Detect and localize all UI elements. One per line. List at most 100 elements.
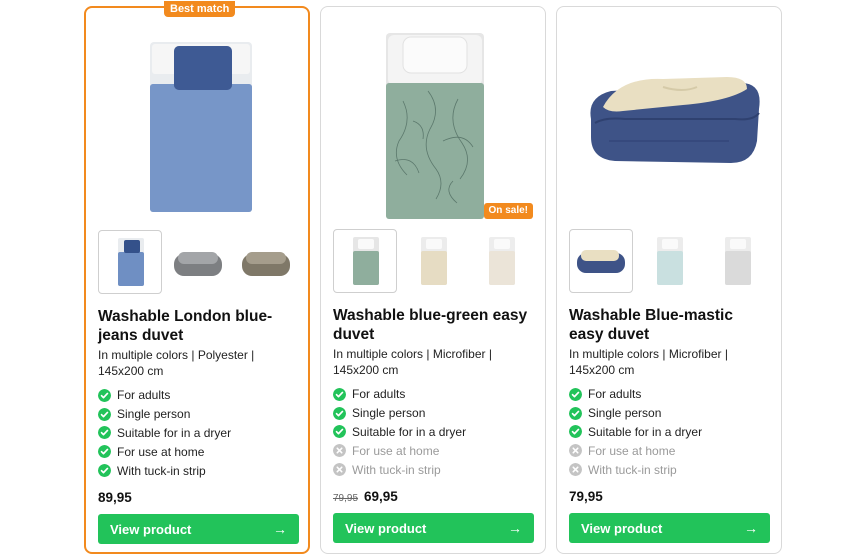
- check-icon: [98, 464, 111, 478]
- folded-duvet-thumbnail: [577, 250, 625, 273]
- thumbnail-strip: [98, 230, 298, 296]
- check-icon: [569, 406, 582, 420]
- check-icon: [333, 425, 346, 439]
- current-price: 79,95: [569, 489, 603, 504]
- price: 79,95: [569, 489, 603, 507]
- feature-label: For adults: [588, 387, 642, 402]
- product-subtitle: In multiple colors | Microfiber | 145x20…: [569, 347, 728, 377]
- thumbnail-1[interactable]: [333, 229, 397, 293]
- thumbnail-2[interactable]: [637, 229, 701, 293]
- best-match-badge: Best match: [164, 1, 236, 17]
- product-title[interactable]: Washable blue-green easy duvet: [333, 306, 533, 344]
- duvet-bed-thumbnail: [657, 237, 683, 285]
- product-image[interactable]: [569, 21, 769, 221]
- check-icon: [98, 426, 111, 440]
- folded-duvet-thumbnail: [242, 252, 290, 276]
- feature-item: Suitable for in a dryer: [333, 423, 538, 442]
- duvet-bed-thumbnail: [725, 237, 751, 285]
- thumbnail-strip: [569, 229, 769, 295]
- thumbnail-3[interactable]: [234, 230, 298, 294]
- feature-item: For adults: [569, 385, 774, 404]
- duvet-bed-blue-green-floral-image: [386, 33, 484, 219]
- feature-item: With tuck-in strip: [569, 460, 774, 479]
- folded-duvet-thumbnail: [174, 252, 222, 276]
- view-product-label: View product: [581, 520, 663, 536]
- feature-label: Single person: [117, 407, 191, 422]
- feature-item: Suitable for in a dryer: [98, 424, 303, 443]
- check-icon: [98, 407, 111, 421]
- thumbnail-1[interactable]: [569, 229, 633, 293]
- current-price: 89,95: [98, 490, 132, 505]
- check-icon: [569, 387, 582, 401]
- feature-label: For use at home: [352, 443, 440, 458]
- thumbnail-3[interactable]: [705, 229, 769, 293]
- feature-label: For use at home: [117, 444, 205, 459]
- view-product-label: View product: [110, 521, 192, 537]
- feature-label: With tuck-in strip: [588, 462, 677, 477]
- check-icon: [333, 406, 346, 420]
- feature-label: For adults: [352, 387, 406, 402]
- feature-item: For adults: [333, 385, 538, 404]
- product-card-blue-green-easy: On sale! Washable blue-green easy duvet …: [320, 6, 546, 554]
- check-icon: [333, 387, 346, 401]
- feature-item: With tuck-in strip: [333, 460, 538, 479]
- product-subtitle: In multiple colors | Microfiber | 145x20…: [333, 347, 492, 377]
- feature-label: Suitable for in a dryer: [117, 425, 232, 440]
- check-icon: [98, 445, 111, 459]
- folded-duvet-blue-mastic-image: [590, 77, 760, 163]
- feature-label: Suitable for in a dryer: [588, 424, 703, 439]
- feature-item: Single person: [98, 405, 303, 424]
- thumbnail-3[interactable]: [469, 229, 533, 293]
- thumbnail-2[interactable]: [401, 229, 465, 293]
- price: 89,95: [98, 490, 132, 508]
- arrow-right-icon: →: [508, 520, 522, 536]
- feature-label: Single person: [352, 406, 426, 421]
- feature-item: Single person: [569, 404, 774, 423]
- cross-icon: [333, 444, 346, 458]
- feature-label: With tuck-in strip: [352, 462, 441, 477]
- view-product-label: View product: [345, 520, 427, 536]
- check-icon: [98, 388, 111, 402]
- feature-item: Single person: [333, 404, 538, 423]
- duvet-bed-blue-jeans-image: [150, 42, 252, 212]
- feature-label: For use at home: [588, 443, 676, 458]
- feature-label: With tuck-in strip: [117, 463, 206, 478]
- thumbnail-2[interactable]: [166, 230, 230, 294]
- feature-label: Single person: [588, 406, 662, 421]
- product-card-london-blue-jeans: Best match Washable London blue-jeans du…: [84, 1, 310, 554]
- feature-label: Suitable for in a dryer: [352, 424, 467, 439]
- duvet-bed-thumbnail: [118, 238, 144, 286]
- price: 79,95 69,95: [333, 489, 398, 507]
- thumbnail-1[interactable]: [98, 230, 162, 294]
- product-image[interactable]: [98, 22, 298, 222]
- old-price: 79,95: [333, 493, 359, 504]
- duvet-bed-thumbnail: [353, 237, 379, 285]
- arrow-right-icon: →: [273, 521, 287, 537]
- view-product-button[interactable]: View product →: [98, 514, 299, 544]
- view-product-button[interactable]: View product →: [569, 513, 770, 543]
- product-image[interactable]: On sale!: [333, 21, 533, 221]
- feature-list: For adults Single person Suitable for in…: [333, 385, 538, 479]
- feature-label: For adults: [117, 388, 171, 403]
- product-card-blue-mastic-easy: Washable Blue-mastic easy duvet In multi…: [556, 6, 782, 554]
- cross-icon: [333, 463, 346, 477]
- thumbnail-strip: [333, 229, 533, 295]
- arrow-right-icon: →: [744, 520, 758, 536]
- feature-item: For use at home: [333, 441, 538, 460]
- current-price: 69,95: [364, 489, 398, 504]
- view-product-button[interactable]: View product →: [333, 513, 534, 543]
- cross-icon: [569, 463, 582, 477]
- duvet-bed-thumbnail: [489, 237, 515, 285]
- feature-item: Suitable for in a dryer: [569, 423, 774, 442]
- product-subtitle: In multiple colors | Polyester | 145x200…: [98, 348, 255, 378]
- on-sale-badge: On sale!: [483, 203, 533, 219]
- feature-list: For adults Single person Suitable for in…: [569, 385, 774, 479]
- feature-item: With tuck-in strip: [98, 461, 303, 480]
- cross-icon: [569, 444, 582, 458]
- feature-item: For adults: [98, 386, 303, 405]
- feature-list: For adults Single person Suitable for in…: [98, 386, 303, 480]
- product-title[interactable]: Washable Blue-mastic easy duvet: [569, 306, 769, 344]
- duvet-bed-thumbnail: [421, 237, 447, 285]
- check-icon: [569, 425, 582, 439]
- product-title[interactable]: Washable London blue-jeans duvet: [98, 307, 298, 345]
